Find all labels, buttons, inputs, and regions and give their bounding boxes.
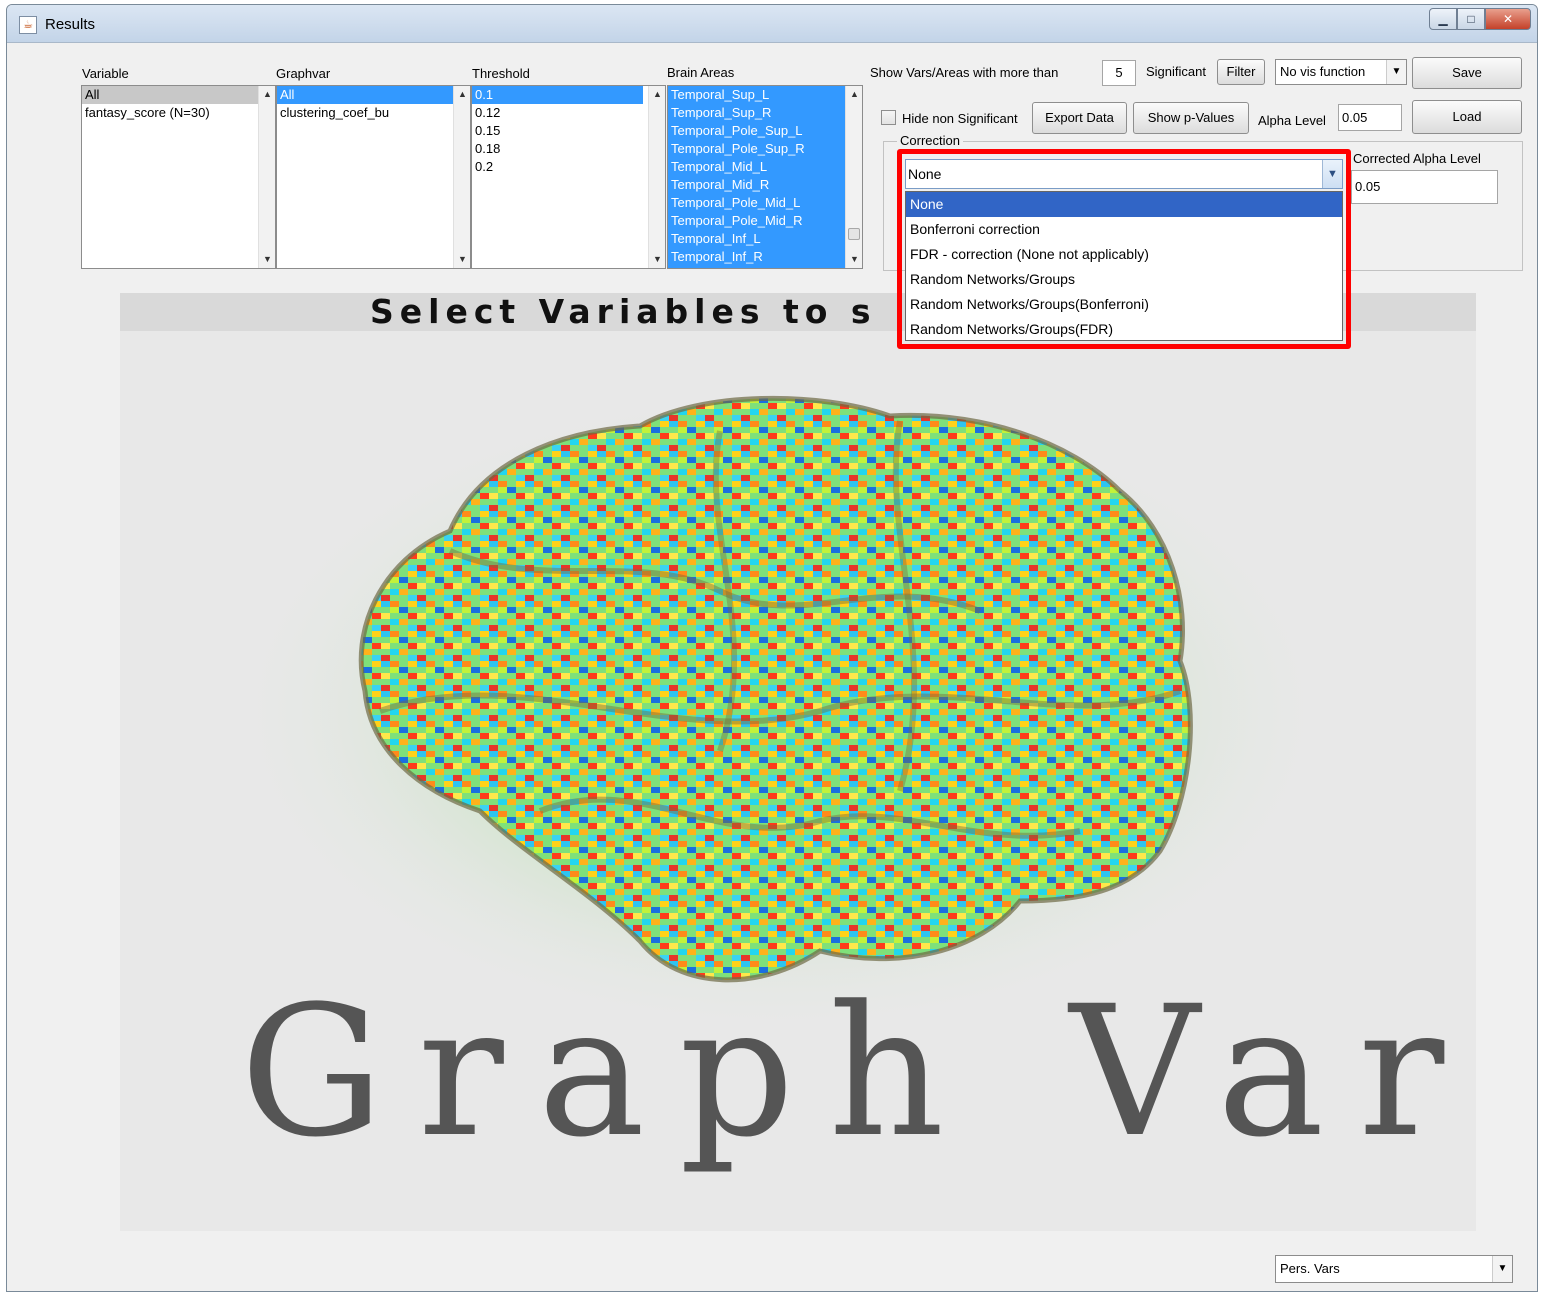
load-button[interactable]: Load <box>1412 100 1522 134</box>
content-area: Variable Graphvar Threshold Brain Areas … <box>17 43 1529 1287</box>
scroll-up-icon[interactable]: ▲ <box>454 86 470 103</box>
scroll-down-icon[interactable]: ▼ <box>454 251 470 268</box>
maximize-icon[interactable]: □ <box>1457 8 1485 30</box>
results-window: ☕ Results ▁ □ ✕ Variable Graphvar Thresh… <box>6 4 1538 1292</box>
brain-areas-list[interactable]: Temporal_Sup_L Temporal_Sup_R Temporal_P… <box>667 85 863 269</box>
scroll-down-icon[interactable]: ▼ <box>259 251 275 268</box>
window-controls: ▁ □ ✕ <box>1429 8 1531 30</box>
threshold-scrollbar[interactable]: ▲ ▼ <box>648 86 665 268</box>
select-variables-banner: Select Variables to s <box>370 293 877 331</box>
show-vars-count-field[interactable]: 5 <box>1102 60 1136 86</box>
correction-label: Correction <box>897 133 963 148</box>
list-item[interactable]: Temporal_Inf_L <box>668 230 862 248</box>
list-item[interactable]: fantasy_score (N=30) <box>82 104 275 122</box>
scroll-down-icon[interactable]: ▼ <box>846 251 862 268</box>
list-item[interactable]: 0.1 <box>472 86 643 104</box>
variable-label: Variable <box>82 66 129 81</box>
scroll-thumb[interactable] <box>848 228 860 240</box>
hide-non-significant-label: Hide non Significant <box>902 111 1018 126</box>
window-title: Results <box>45 16 96 33</box>
variable-scrollbar[interactable]: ▲ ▼ <box>258 86 275 268</box>
minimize-icon[interactable]: ▁ <box>1429 8 1457 30</box>
filter-button[interactable]: Filter <box>1217 59 1265 85</box>
graphvar-scrollbar[interactable]: ▲ ▼ <box>453 86 470 268</box>
alpha-level-field[interactable]: 0.05 <box>1338 104 1402 131</box>
export-data-button[interactable]: Export Data <box>1032 102 1127 134</box>
corrected-alpha-label: Corrected Alpha Level <box>1353 151 1481 166</box>
chevron-down-icon[interactable]: ▼ <box>1492 1256 1512 1282</box>
list-item[interactable]: 0.2 <box>472 158 665 176</box>
list-item[interactable]: Temporal_Pole_Sup_R <box>668 140 862 158</box>
scroll-up-icon[interactable]: ▲ <box>259 86 275 103</box>
list-item[interactable]: Temporal_Inf_R <box>668 248 862 266</box>
graphvar-logo: Graph Var <box>240 968 1476 1177</box>
list-item[interactable]: All <box>277 86 453 104</box>
scroll-up-icon[interactable]: ▲ <box>649 86 665 103</box>
pers-vars-select[interactable]: Pers. Vars ▼ <box>1275 1255 1513 1283</box>
list-item[interactable]: 0.12 <box>472 104 665 122</box>
list-item[interactable]: Temporal_Pole_Mid_R <box>668 212 862 230</box>
graphvar-list[interactable]: All clustering_coef_bu ▲ ▼ <box>276 85 471 269</box>
close-icon[interactable]: ✕ <box>1485 8 1531 30</box>
scroll-up-icon[interactable]: ▲ <box>846 86 862 103</box>
hide-non-significant-checkbox[interactable] <box>881 110 896 125</box>
significant-label: Significant <box>1146 64 1206 79</box>
list-item[interactable]: Temporal_Pole_Sup_L <box>668 122 862 140</box>
pers-vars-value: Pers. Vars <box>1280 1261 1340 1276</box>
brain-areas-label: Brain Areas <box>667 65 735 80</box>
java-app-icon: ☕ <box>19 16 37 34</box>
visualization-panel: Select Variables to s Graph Var <box>120 293 1476 1231</box>
save-button[interactable]: Save <box>1412 57 1522 89</box>
corrected-alpha-field[interactable]: 0.05 <box>1351 170 1498 204</box>
show-vars-label: Show Vars/Areas with more than <box>870 65 1059 80</box>
red-highlight-box <box>897 149 1351 349</box>
list-item[interactable]: Temporal_Pole_Mid_L <box>668 194 862 212</box>
vis-function-value: No vis function <box>1280 64 1366 79</box>
list-item[interactable]: clustering_coef_bu <box>277 104 470 122</box>
chevron-down-icon[interactable]: ▼ <box>1386 60 1406 84</box>
threshold-list[interactable]: 0.1 0.12 0.15 0.18 0.2 ▲ ▼ <box>471 85 666 269</box>
alpha-level-label: Alpha Level <box>1258 113 1326 128</box>
list-item[interactable]: Temporal_Sup_R <box>668 104 862 122</box>
title-bar: ☕ Results ▁ □ ✕ <box>7 5 1537 43</box>
threshold-label: Threshold <box>472 66 530 81</box>
list-item[interactable]: All <box>82 86 258 104</box>
scroll-down-icon[interactable]: ▼ <box>649 251 665 268</box>
list-item[interactable]: Temporal_Mid_L <box>668 158 862 176</box>
brain-areas-scrollbar[interactable]: ▲ ▼ <box>845 86 862 268</box>
vis-function-select[interactable]: No vis function ▼ <box>1275 59 1407 85</box>
list-item[interactable]: Temporal_Mid_R <box>668 176 862 194</box>
list-item[interactable]: Temporal_Sup_L <box>668 86 862 104</box>
list-item[interactable]: 0.18 <box>472 140 665 158</box>
variable-list[interactable]: All fantasy_score (N=30) ▲ ▼ <box>81 85 276 269</box>
graphvar-label: Graphvar <box>276 66 331 81</box>
show-p-values-button[interactable]: Show p-Values <box>1133 102 1249 134</box>
list-item[interactable]: 0.15 <box>472 122 665 140</box>
